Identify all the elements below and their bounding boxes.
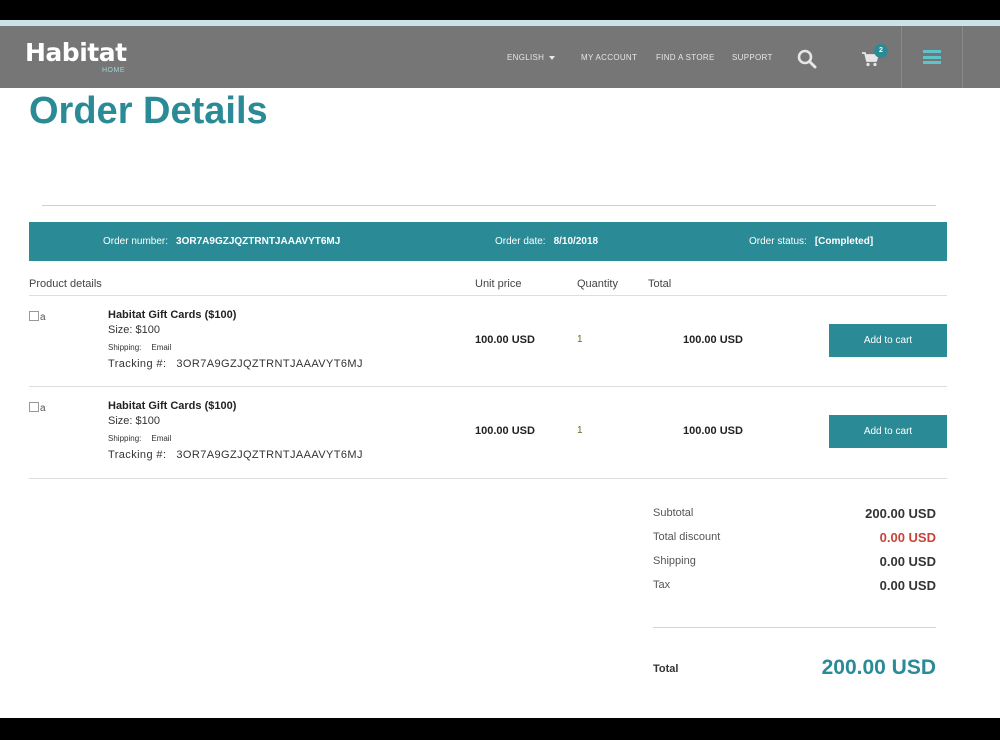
tax-label: Tax: [653, 579, 671, 591]
grand-total-label: Total: [653, 663, 679, 675]
quantity: 1: [577, 334, 583, 345]
order-date-label: Order date:: [495, 236, 546, 247]
broken-image-icon: [29, 311, 39, 321]
row-divider: [29, 478, 947, 479]
discount-label: Total discount: [653, 531, 721, 543]
site-header: Habitat HOME ENGLISH MY ACCOUNT FIND A S…: [0, 26, 1000, 88]
row-total: 100.00 USD: [683, 425, 743, 437]
product-size: Size: $100: [108, 415, 160, 427]
logo-subtext: HOME: [102, 67, 125, 74]
table-row: a Habitat Gift Cards ($100) Size: $100 S…: [29, 387, 947, 478]
divider: [42, 205, 936, 206]
nav-find-store[interactable]: FIND A STORE: [656, 53, 715, 62]
row-total: 100.00 USD: [683, 334, 743, 346]
header-divider: [901, 26, 902, 88]
unit-price: 100.00 USD: [475, 425, 535, 437]
language-label: ENGLISH: [507, 53, 545, 62]
product-image-alt: a: [40, 403, 46, 414]
shipping-summary-value: 0.00 USD: [879, 554, 936, 569]
shipping-label: Shipping:: [108, 343, 142, 352]
product-image-alt: a: [40, 312, 46, 323]
page-frame: Habitat HOME ENGLISH MY ACCOUNT FIND A S…: [0, 20, 1000, 718]
shipping-label: Shipping:: [108, 434, 142, 443]
column-header-unit-price: Unit price: [475, 278, 522, 290]
tracking-value: 3OR7A9GZJQZTRNTJAAAVYT6MJ: [176, 449, 363, 461]
menu-icon[interactable]: [923, 50, 941, 64]
order-number-label: Order number:: [103, 236, 169, 247]
product-tracking: Tracking #: 3OR7A9GZJQZTRNTJAAAVYT6MJ: [108, 449, 363, 461]
page-title: Order Details: [29, 90, 268, 132]
add-to-cart-button[interactable]: Add to cart: [829, 324, 947, 357]
nav-my-account[interactable]: MY ACCOUNT: [581, 53, 637, 62]
order-date-value: 8/10/2018: [553, 236, 599, 247]
unit-price: 100.00 USD: [475, 334, 535, 346]
product-shipping: Shipping: Email: [108, 343, 171, 352]
order-number-value: 3OR7A9GZJQZTRNTJAAAVYT6MJ: [176, 236, 341, 247]
logo[interactable]: Habitat: [25, 38, 127, 67]
header-divider: [962, 26, 963, 88]
order-status-label: Order status:: [749, 236, 807, 247]
add-to-cart-button[interactable]: Add to cart: [829, 415, 947, 448]
subtotal-value: 200.00 USD: [865, 506, 936, 521]
quantity: 1: [577, 425, 583, 436]
nav-support[interactable]: SUPPORT: [732, 53, 773, 62]
cart-count-badge: 2: [874, 44, 888, 58]
search-icon[interactable]: [797, 49, 817, 69]
shipping-summary-label: Shipping: [653, 555, 696, 567]
tracking-label: Tracking #:: [108, 358, 167, 370]
summary-divider: [653, 627, 936, 628]
product-size: Size: $100: [108, 324, 160, 336]
product-name[interactable]: Habitat Gift Cards ($100): [108, 400, 236, 412]
order-status: Order status: [Completed]: [749, 236, 873, 247]
column-header-product: Product details: [29, 278, 102, 290]
order-status-value: [Completed]: [814, 236, 874, 247]
language-selector[interactable]: ENGLISH: [507, 53, 556, 62]
product-name[interactable]: Habitat Gift Cards ($100): [108, 309, 236, 321]
subtotal-label: Subtotal: [653, 507, 694, 519]
product-image[interactable]: a: [29, 402, 46, 414]
grand-total-value: 200.00 USD: [821, 656, 936, 679]
order-number: Order number: 3OR7A9GZJQZTRNTJAAAVYT6MJ: [103, 236, 340, 247]
column-header-quantity: Quantity: [577, 278, 618, 290]
shipping-value: Email: [151, 343, 172, 352]
tracking-value: 3OR7A9GZJQZTRNTJAAAVYT6MJ: [176, 358, 363, 370]
order-info-bar: Order number: 3OR7A9GZJQZTRNTJAAAVYT6MJ O…: [29, 222, 947, 261]
product-image[interactable]: a: [29, 311, 46, 323]
broken-image-icon: [29, 402, 39, 412]
order-date: Order date: 8/10/2018: [495, 236, 598, 247]
discount-value: 0.00 USD: [879, 530, 936, 545]
table-row: a Habitat Gift Cards ($100) Size: $100 S…: [29, 296, 947, 387]
column-header-total: Total: [648, 278, 672, 290]
shipping-value: Email: [151, 434, 172, 443]
caret-down-icon: [549, 55, 556, 60]
tax-value: 0.00 USD: [879, 578, 936, 593]
tracking-label: Tracking #:: [108, 449, 167, 461]
product-tracking: Tracking #: 3OR7A9GZJQZTRNTJAAAVYT6MJ: [108, 358, 363, 370]
product-shipping: Shipping: Email: [108, 434, 171, 443]
